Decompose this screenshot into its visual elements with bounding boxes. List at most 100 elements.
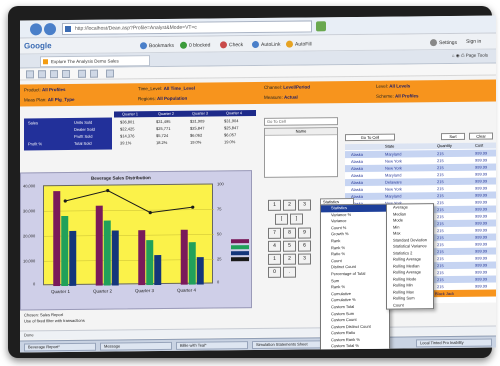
col-header[interactable]: Cost: [475, 143, 483, 149]
bar[interactable]: [188, 242, 196, 285]
bar[interactable]: [61, 215, 69, 287]
settings-button[interactable]: Settings: [430, 39, 458, 47]
filter-level[interactable]: Level: All Levels: [376, 81, 410, 91]
bookmarks-button[interactable]: Bookmarks: [140, 42, 174, 50]
submenu-item[interactable]: Statistical Variance: [387, 243, 433, 250]
summary-row-label: Units Sold: [74, 119, 93, 125]
keypad-key[interactable]: 1: [268, 199, 281, 211]
keypad-key[interactable]: ]: [290, 213, 303, 225]
bar[interactable]: [95, 205, 103, 286]
filter-product[interactable]: Product: All Profiles: [24, 85, 66, 95]
check-label: Check: [229, 41, 244, 48]
x-tick-label: Quarter 2: [93, 288, 113, 294]
back-button[interactable]: [30, 23, 42, 36]
legend-swatch: [231, 239, 249, 244]
keypad-key[interactable]: 5: [283, 240, 296, 252]
print-icon[interactable]: ⎙: [461, 53, 465, 58]
bar[interactable]: [146, 240, 154, 286]
bar[interactable]: [69, 230, 77, 286]
y2-tick-label: 100: [217, 181, 224, 187]
link-icon: [252, 40, 259, 49]
new-icon[interactable]: [26, 70, 34, 79]
filter-meas-plan[interactable]: Meas Plan: All Plg_Type: [24, 95, 74, 106]
name-list[interactable]: Name: [264, 127, 338, 178]
print-app-icon[interactable]: [62, 69, 70, 79]
sort-button[interactable]: Sort: [441, 132, 465, 141]
page-menu[interactable]: Page: [466, 53, 477, 58]
summary-cell: $25,771: [156, 125, 171, 132]
bar[interactable]: [138, 230, 146, 286]
star-icon: [140, 42, 147, 50]
legend-swatch: [231, 251, 249, 256]
keypad-key[interactable]: 2: [283, 199, 296, 211]
keypad-key[interactable]: 4: [268, 240, 281, 252]
summary-cell: 19.0%: [190, 139, 202, 145]
filter-scheme[interactable]: Scheme: All Profiles: [376, 91, 419, 101]
undo-icon[interactable]: [78, 69, 86, 78]
keypad-key[interactable]: 0: [268, 266, 281, 278]
bar[interactable]: [196, 257, 204, 285]
line-point[interactable]: [191, 205, 195, 209]
taskbar-button[interactable]: Beverage Report*: [24, 342, 96, 352]
filter-measure[interactable]: Measure: Actual: [264, 93, 298, 103]
keypad-key[interactable]: 3: [298, 199, 311, 211]
gear-icon: [430, 39, 437, 47]
keypad: 1 2 3 [ ] 7 8 9 4 5 6 1 2 3 0 .: [266, 197, 326, 278]
taskbar-button[interactable]: Message: [100, 341, 172, 351]
filter-regions[interactable]: Regions: All Population: [138, 94, 187, 105]
popups-button[interactable]: 0 blocked: [180, 41, 210, 49]
autofill-button[interactable]: AutoFill: [286, 40, 312, 48]
open-icon[interactable]: [38, 70, 46, 79]
y-tick-label: 40,000: [23, 183, 36, 189]
y2-tick-label: 75: [217, 206, 222, 212]
line-point[interactable]: [63, 199, 67, 203]
bar[interactable]: [180, 229, 188, 285]
menu-item[interactable]: Custom Total %: [321, 343, 389, 350]
keypad-key[interactable]: 9: [298, 227, 311, 239]
taskbar-button[interactable]: Local Tinted Pro Inability: [416, 338, 492, 348]
redo-icon[interactable]: [90, 69, 98, 78]
bar[interactable]: [111, 230, 119, 286]
goto-input[interactable]: Go To Cell: [264, 117, 338, 126]
save-icon[interactable]: [50, 70, 58, 79]
settings-label: Settings: [439, 39, 458, 46]
bar[interactable]: [154, 255, 162, 286]
forward-button[interactable]: [44, 23, 56, 36]
url-input[interactable]: http://localhost/Dean.asp?Profile=Analys…: [62, 20, 312, 36]
clear-button[interactable]: Clear: [469, 132, 493, 140]
col-header[interactable]: State: [385, 144, 394, 150]
signin-button[interactable]: Sign in: [466, 39, 481, 45]
filter-channel[interactable]: Channel: Level/Period: [264, 82, 310, 92]
autolink-button[interactable]: AutoLink: [252, 40, 280, 49]
context-menu: Statistics Variance % Variance Count % Growt…: [320, 203, 390, 353]
col-header[interactable]: Quantity: [437, 143, 452, 149]
go-button[interactable]: [316, 21, 326, 32]
taskbar-button[interactable]: Billie with Teal*: [176, 341, 248, 350]
bar[interactable]: [53, 191, 61, 287]
goto-cell-input[interactable]: Go To Cell: [345, 133, 395, 142]
browser-tab[interactable]: Explore The Analysis Demo Sales: [40, 55, 150, 68]
keypad-key[interactable]: 1: [268, 253, 281, 265]
bar[interactable]: [103, 220, 111, 286]
check-button[interactable]: Check: [220, 41, 244, 49]
table-search-row: Go To Cell Sort Clear: [345, 132, 496, 144]
home-icon[interactable]: ⌂: [452, 53, 455, 58]
keypad-key[interactable]: 7: [268, 227, 281, 239]
submenu-item[interactable]: Count: [387, 302, 433, 309]
context-submenu: Average Median Mode Min Max Standard Deviatio…: [386, 203, 434, 310]
report-status: Chosen: Sales Report Use of fixed filter…: [24, 312, 85, 325]
summary-cell: $5,724: [156, 132, 169, 139]
keypad-key[interactable]: 8: [283, 227, 296, 239]
rss-icon[interactable]: ◉: [456, 53, 460, 58]
chart-icon[interactable]: [106, 69, 114, 78]
keypad-key[interactable]: .: [283, 266, 296, 278]
y2-tick-label: 25: [217, 256, 222, 262]
check-icon: [220, 41, 227, 49]
keypad-key[interactable]: 6: [298, 240, 311, 252]
keypad-key[interactable]: [: [275, 213, 288, 225]
keypad-key[interactable]: 3: [298, 253, 311, 265]
keypad-key[interactable]: 2: [283, 253, 296, 265]
legend-swatch: [231, 257, 249, 262]
filter-time[interactable]: Time_Level: All Time_Level: [138, 84, 195, 95]
tools-menu[interactable]: Tools: [477, 53, 488, 58]
